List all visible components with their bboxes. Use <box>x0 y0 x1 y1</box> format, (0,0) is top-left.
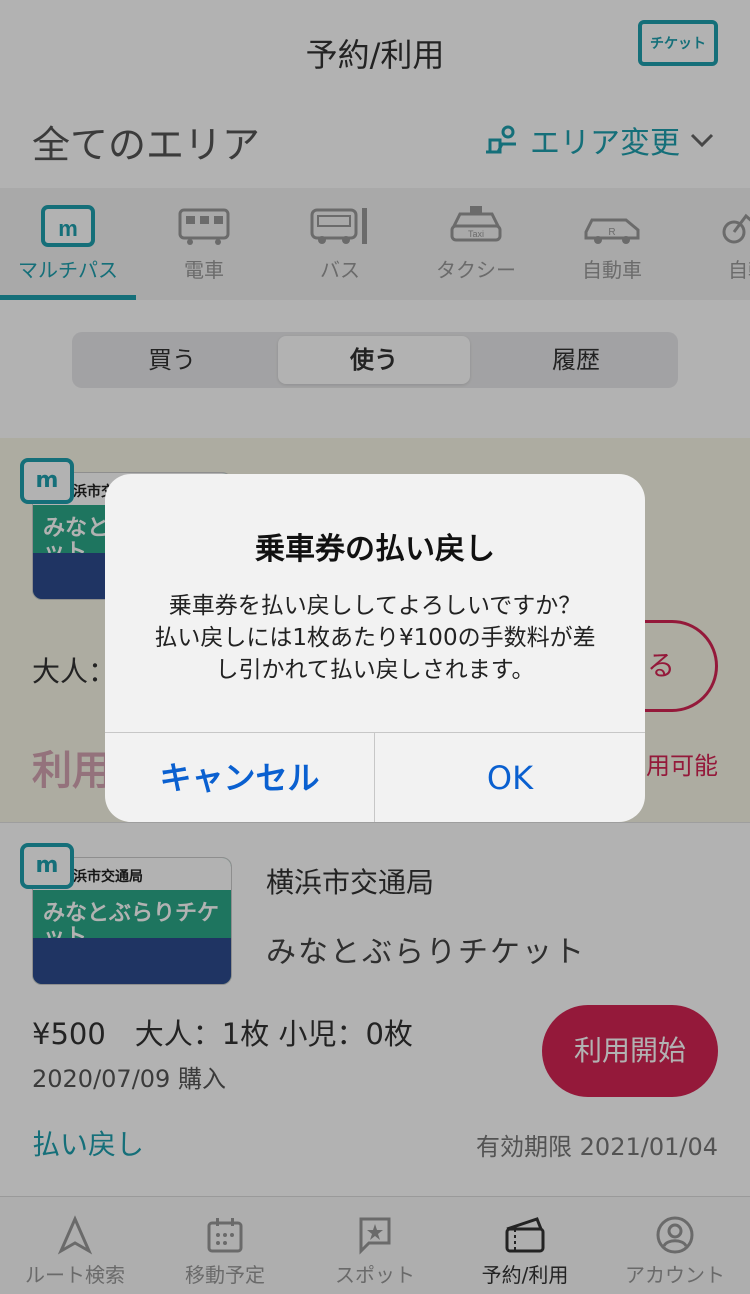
dialog-buttons: キャンセル OK <box>105 732 645 822</box>
refund-dialog: 乗車券の払い戻し 乗車券を払い戻ししてよろしいですか？ 払い戻しには1枚あたり¥… <box>105 474 645 822</box>
dialog-message: 乗車券を払い戻ししてよろしいですか？ 払い戻しには1枚あたり¥100の手数料が差… <box>135 590 615 686</box>
dialog-message-line: 払い戻しには1枚あたり¥100の手数料が差 <box>154 625 596 651</box>
dialog-message-line: 乗車券を払い戻ししてよろしいですか？ <box>168 593 582 619</box>
cancel-button[interactable]: キャンセル <box>105 733 375 822</box>
dialog-title: 乗車券の払い戻し <box>255 532 495 567</box>
dialog-message-line: し引かれて払い戻しされます。 <box>215 657 535 683</box>
ok-button[interactable]: OK <box>375 733 645 822</box>
